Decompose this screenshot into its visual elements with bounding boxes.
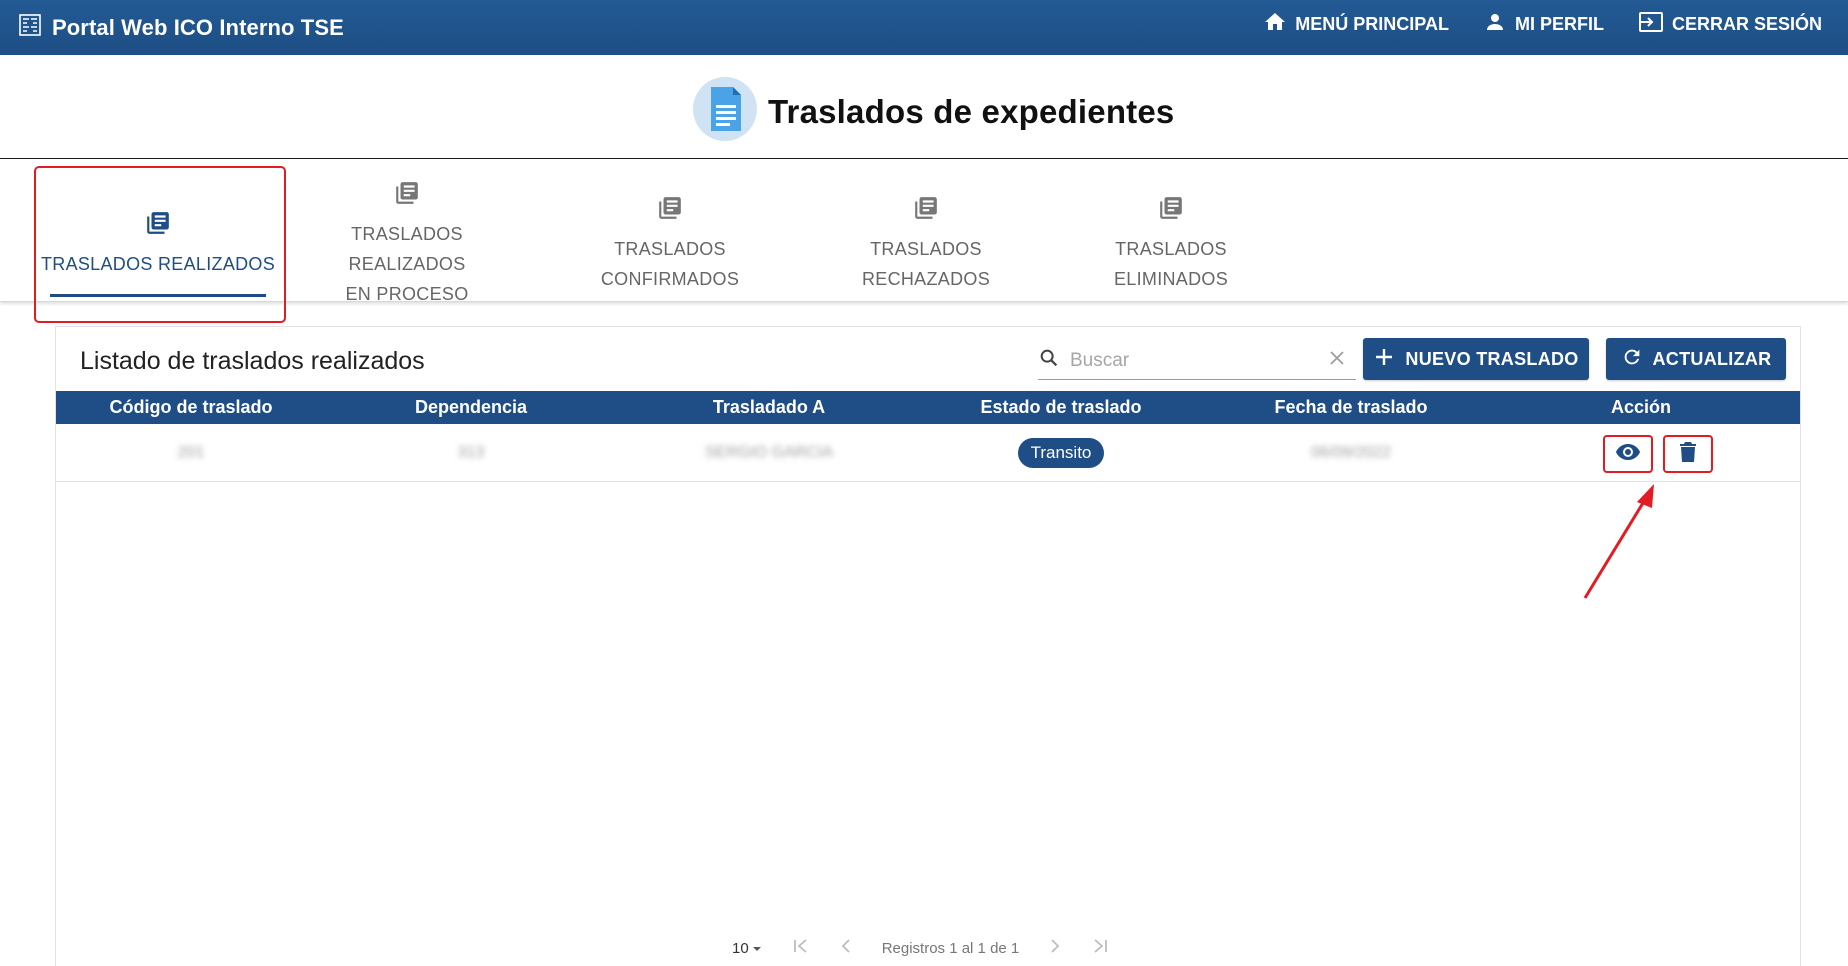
nav-mi-perfil[interactable]: MI PERFIL (1483, 10, 1604, 39)
search-input[interactable] (1070, 349, 1310, 372)
tab-traslados-confirmados-label: TRASLADOS CONFIRMADOS (600, 238, 740, 289)
tab-en-proceso-label-line1: TRASLADOS REALIZADOS (348, 223, 466, 274)
top-app-bar: Portal Web ICO Interno TSE MENÚ PRINCIPA… (0, 0, 1848, 55)
search-field[interactable] (1038, 342, 1356, 380)
pagination: 10 Registros 1 al 1 de 1 (732, 938, 1109, 959)
cell-codigo: 201 (177, 444, 205, 461)
page-size-value: 10 (732, 940, 749, 957)
list-document-icon (913, 195, 939, 230)
logout-icon (1638, 10, 1664, 39)
nuevo-traslado-button[interactable]: NUEVO TRASLADO (1363, 338, 1589, 380)
pagination-summary: Registros 1 al 1 de 1 (881, 940, 1020, 957)
table-header: Código de traslado Dependencia Trasladad… (56, 391, 1800, 424)
clear-icon[interactable] (1328, 349, 1346, 372)
column-header-dependencia[interactable]: Dependencia (346, 391, 596, 424)
app-title: Portal Web ICO Interno TSE (52, 14, 344, 40)
column-header-estado[interactable]: Estado de traslado (926, 391, 1196, 424)
nav-menu-principal-label: MENÚ PRINCIPAL (1295, 13, 1449, 34)
tab-traslados-realizados-label: TRASLADOS REALIZADOS (40, 253, 276, 274)
eye-icon (1614, 442, 1642, 467)
cell-trasladado-a: SERGIO GARCIA (704, 444, 834, 461)
list-document-icon (145, 210, 171, 245)
first-page-icon[interactable] (792, 938, 810, 959)
nav-cerrar-sesion[interactable]: CERRAR SESIÓN (1638, 10, 1822, 39)
list-title: Listado de traslados realizados (80, 347, 425, 375)
table-row: 201 313 SERGIO GARCIA Transito 06/09/202… (56, 424, 1800, 482)
search-icon (1038, 347, 1060, 374)
tab-traslados-eliminados-label: TRASLADOS ELIMINADOS (1113, 238, 1229, 289)
plus-icon (1373, 346, 1395, 373)
tse-logo-icon (18, 13, 42, 42)
tab-traslados-confirmados[interactable]: TRASLADOS CONFIRMADOS (546, 186, 794, 302)
tab-bar: TRASLADOS REALIZADOS TRASLADOS REALIZADO… (0, 181, 1848, 304)
next-page-icon[interactable] (1049, 938, 1061, 959)
list-document-icon (1158, 195, 1184, 230)
tab-traslados-realizados-en-proceso[interactable]: TRASLADOS REALIZADOS EN PROCESO (296, 181, 518, 304)
nuevo-traslado-label: NUEVO TRASLADO (1405, 348, 1579, 369)
tab-traslados-rechazados-label: TRASLADOS RECHAZADOS (861, 238, 990, 289)
cell-fecha: 06/09/2022 (1310, 444, 1392, 461)
page-header: Traslados de expedientes (0, 55, 1848, 159)
refresh-icon (1621, 346, 1643, 373)
page-size-select[interactable]: 10 (732, 940, 762, 957)
person-icon (1483, 10, 1507, 39)
page-title: Traslados de expedientes (768, 92, 1175, 130)
tab-en-proceso-label-line2: EN PROCESO (345, 283, 469, 304)
nav-mi-perfil-label: MI PERFIL (1514, 13, 1604, 34)
column-header-trasladado-a[interactable]: Trasladado A (634, 391, 904, 424)
brand[interactable]: Portal Web ICO Interno TSE (18, 13, 344, 42)
tab-traslados-realizados[interactable]: TRASLADOS REALIZADOS (40, 186, 276, 302)
list-document-icon (657, 195, 683, 230)
trash-icon (1679, 441, 1697, 468)
document-icon (692, 76, 758, 147)
top-nav: MENÚ PRINCIPAL MI PERFIL CERRAR SESIÓN (1263, 0, 1822, 48)
cell-estado: Transito (926, 424, 1196, 482)
nav-cerrar-sesion-label: CERRAR SESIÓN (1671, 13, 1822, 34)
page-title-group: Traslados de expedientes (692, 76, 1174, 147)
last-page-icon[interactable] (1091, 938, 1109, 959)
status-badge: Transito (1017, 438, 1105, 468)
list-card: Listado de traslados realizados NUEVO TR… (55, 326, 1801, 966)
home-icon (1263, 10, 1287, 39)
cell-dependencia: 313 (457, 444, 485, 461)
column-header-accion: Acción (1610, 397, 1671, 417)
list-document-icon (394, 180, 420, 215)
actualizar-label: ACTUALIZAR (1652, 348, 1772, 369)
view-button[interactable] (1603, 435, 1653, 473)
delete-button[interactable] (1663, 435, 1713, 473)
tab-traslados-eliminados[interactable]: TRASLADOS ELIMINADOS (1058, 186, 1284, 302)
nav-menu-principal[interactable]: MENÚ PRINCIPAL (1263, 10, 1449, 39)
actualizar-button[interactable]: ACTUALIZAR (1606, 338, 1786, 380)
prev-page-icon[interactable] (840, 938, 852, 959)
tab-traslados-rechazados[interactable]: TRASLADOS RECHAZADOS (808, 186, 1044, 302)
chevron-down-icon (752, 940, 762, 957)
column-header-fecha[interactable]: Fecha de traslado (1216, 391, 1486, 424)
column-header-codigo[interactable]: Código de traslado (56, 391, 326, 424)
